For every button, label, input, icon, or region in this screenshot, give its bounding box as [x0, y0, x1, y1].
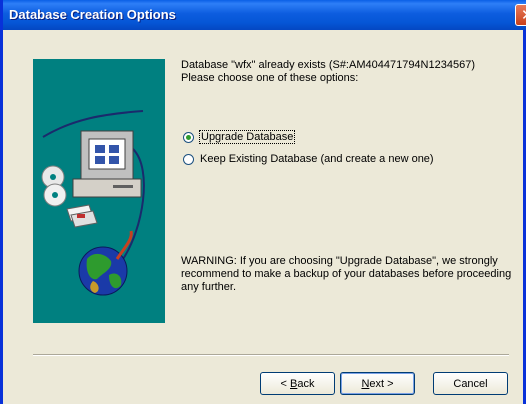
button-separator [33, 354, 509, 356]
cd-icon [41, 165, 67, 207]
computer-icon [72, 130, 142, 198]
close-icon: ✕ [521, 6, 526, 24]
wizard-illustration [33, 59, 165, 323]
next-mnemonic: N [361, 377, 370, 390]
cancel-button[interactable]: Cancel [433, 372, 508, 395]
message-line-1: Database "wfx" already exists (S#:AM4044… [181, 59, 475, 71]
globe-icon [78, 230, 133, 296]
radio-selected-icon[interactable] [183, 131, 194, 143]
next-rest: ext [369, 377, 385, 390]
back-rest: ack [297, 377, 315, 390]
floppy-icon [66, 204, 98, 228]
radio-unselected-icon[interactable] [183, 153, 194, 165]
message-line-2: Please choose one of these options: [181, 72, 359, 84]
option-upgrade-database[interactable]: Upgrade Database [183, 130, 296, 144]
back-prefix: < [280, 377, 290, 390]
dialog-window: Database Creation Options ✕ [0, 0, 526, 404]
info-message: Database "wfx" already exists (S#:AM4044… [181, 59, 511, 85]
option-label: Upgrade Database [198, 130, 296, 144]
close-button[interactable]: ✕ [515, 4, 526, 26]
warning-text: WARNING: If you are choosing "Upgrade Da… [181, 255, 512, 293]
wizard-graphic [41, 110, 145, 296]
next-button[interactable]: Next > [340, 372, 415, 395]
next-suffix: > [384, 377, 394, 390]
option-keep-existing-database[interactable]: Keep Existing Database (and create a new… [183, 152, 434, 166]
option-label: Keep Existing Database (and create a new… [200, 153, 434, 165]
title-bar[interactable]: Database Creation Options ✕ [3, 0, 526, 30]
back-button[interactable]: < Back [260, 372, 335, 395]
back-mnemonic: B [290, 377, 298, 390]
window-title: Database Creation Options [9, 7, 176, 22]
